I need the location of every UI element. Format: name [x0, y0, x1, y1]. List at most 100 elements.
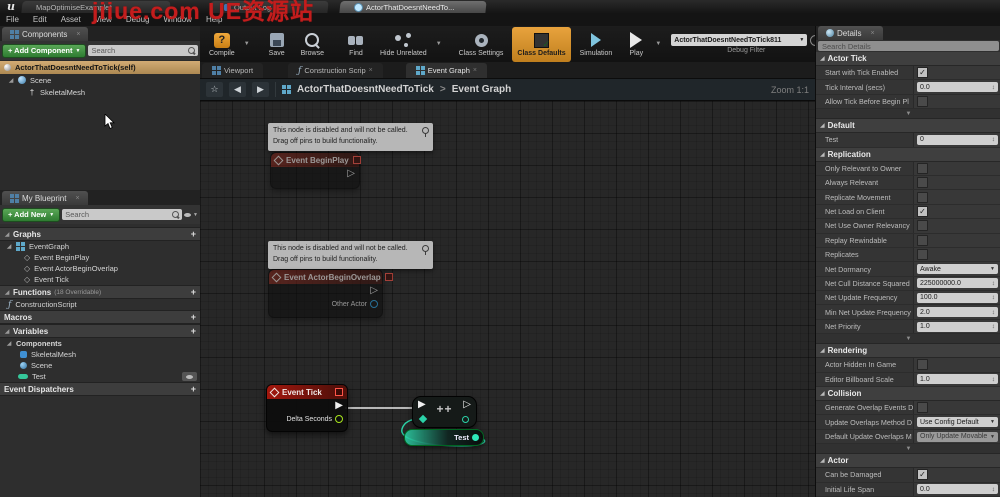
- checkbox[interactable]: [917, 249, 928, 260]
- number-input[interactable]: 0↕: [917, 135, 998, 145]
- int-out-pin[interactable]: [462, 416, 469, 423]
- details-section-header[interactable]: ◢Actor Tick: [816, 52, 1000, 66]
- nav-forward-button[interactable]: ▶: [252, 82, 269, 97]
- event-tick-row[interactable]: ◇ Event Tick: [0, 274, 200, 285]
- find-button[interactable]: Find: [341, 27, 371, 62]
- class-settings-button[interactable]: Class Settings: [454, 27, 509, 62]
- add-new-button[interactable]: + Add New ▼: [2, 208, 60, 222]
- tab-viewport[interactable]: Viewport: [202, 63, 263, 78]
- checkbox[interactable]: ✓: [917, 67, 928, 78]
- menu-asset[interactable]: Asset: [61, 15, 81, 24]
- number-input[interactable]: 1.0↕: [917, 374, 998, 384]
- macros-section-header[interactable]: Macros +: [0, 310, 200, 324]
- tab-my-blueprint[interactable]: My Blueprint ×: [2, 191, 88, 205]
- exec-out-pin[interactable]: ▷: [463, 400, 471, 410]
- save-button[interactable]: Save: [262, 27, 292, 62]
- close-icon[interactable]: ×: [369, 67, 373, 74]
- object-out-pin[interactable]: [370, 300, 378, 308]
- section-expander[interactable]: ▼: [816, 109, 1000, 119]
- exec-out-pin[interactable]: ▶: [335, 401, 343, 411]
- construction-script-row[interactable]: ƒ ConstructionScript: [0, 299, 200, 310]
- close-icon[interactable]: ×: [75, 195, 79, 202]
- details-section-header[interactable]: ◢Collision: [816, 387, 1000, 401]
- number-input[interactable]: 225000000.0↕: [917, 278, 998, 288]
- node-event-actorbeginoverlap[interactable]: Event ActorBeginOverlap ▷ Other Actor: [268, 269, 383, 318]
- exec-out-pin[interactable]: ▷: [370, 286, 378, 296]
- visibility-filter-button[interactable]: ▼: [184, 212, 198, 218]
- add-macro-icon[interactable]: +: [191, 312, 196, 322]
- dropdown[interactable]: Only Update Movable▼: [917, 432, 998, 442]
- bookmark-star-button[interactable]: ☆: [206, 82, 223, 97]
- component-row-self[interactable]: ActorThatDoesntNeedToTick(self): [0, 61, 200, 74]
- checkbox[interactable]: [917, 359, 928, 370]
- event-dispatchers-section-header[interactable]: Event Dispatchers +: [0, 382, 200, 396]
- breadcrumb-current[interactable]: Event Graph: [452, 84, 511, 95]
- menu-file[interactable]: File: [6, 15, 19, 24]
- checkbox[interactable]: [917, 163, 928, 174]
- int-in-pin[interactable]: [419, 415, 427, 423]
- component-row-scene[interactable]: ◢ Scene: [0, 74, 200, 86]
- node-get-test[interactable]: Test: [404, 429, 484, 446]
- number-input[interactable]: 1.0↕: [917, 322, 998, 332]
- play-options-chevron-icon[interactable]: ▼: [655, 41, 661, 47]
- checkbox[interactable]: [917, 220, 928, 231]
- exec-out-pin[interactable]: ▷: [347, 169, 355, 179]
- checkbox[interactable]: [917, 177, 928, 188]
- details-section-header[interactable]: ◢Replication: [816, 148, 1000, 162]
- section-expander[interactable]: ▼: [816, 334, 1000, 344]
- variables-section-header[interactable]: ◢ Variables +: [0, 324, 200, 338]
- expand-arrow-icon[interactable]: ◢: [8, 77, 14, 84]
- details-section-header[interactable]: ◢Default: [816, 119, 1000, 133]
- functions-section-header[interactable]: ◢ Functions (18 Overridable) +: [0, 285, 200, 299]
- close-icon[interactable]: ×: [870, 30, 874, 37]
- details-section-header[interactable]: ◢Rendering: [816, 344, 1000, 358]
- int-out-pin[interactable]: [472, 434, 479, 441]
- breadcrumb-root[interactable]: ActorThatDoesntNeedToTick: [297, 84, 434, 95]
- class-defaults-button[interactable]: Class Defaults: [512, 27, 570, 62]
- event-actorbeginoverlap-row[interactable]: ◇ Event ActorBeginOverlap: [0, 263, 200, 274]
- window-tab-blueprint[interactable]: ActorThatDoesntNeedTo...: [339, 1, 486, 13]
- add-dispatcher-icon[interactable]: +: [191, 384, 196, 394]
- details-section-header[interactable]: ◢Actor: [816, 454, 1000, 468]
- menu-edit[interactable]: Edit: [33, 15, 47, 24]
- graphs-section-header[interactable]: ◢ Graphs +: [0, 227, 200, 241]
- node-increment-int[interactable]: ▶ ++ ▷: [412, 396, 477, 428]
- component-row-skeletalmesh[interactable]: † SkeletalMesh: [0, 86, 200, 98]
- checkbox[interactable]: [917, 96, 928, 107]
- variable-scene-row[interactable]: Scene: [0, 360, 200, 371]
- my-blueprint-search-input[interactable]: Search: [62, 209, 182, 220]
- checkbox[interactable]: ✓: [917, 469, 928, 480]
- variable-skeletalmesh-row[interactable]: SkeletalMesh: [0, 349, 200, 360]
- section-expander[interactable]: ▼: [816, 444, 1000, 454]
- hide-unrelated-chevron-icon[interactable]: ▼: [436, 41, 442, 47]
- close-icon[interactable]: ×: [473, 67, 477, 74]
- browse-button[interactable]: Browse: [296, 27, 329, 62]
- nav-back-button[interactable]: ◀: [229, 82, 246, 97]
- node-event-tick[interactable]: Event Tick ▶ Delta Seconds: [266, 384, 348, 432]
- variable-test-row[interactable]: Test: [0, 371, 200, 382]
- details-search-input[interactable]: Search Details: [818, 41, 999, 51]
- float-out-pin[interactable]: [335, 415, 343, 423]
- hide-unrelated-button[interactable]: Hide Unrelated: [375, 27, 432, 62]
- debug-object-dropdown[interactable]: ActorThatDoesntNeedToTick811 ▼: [671, 34, 807, 46]
- dropdown[interactable]: Use Config Default▼: [917, 417, 998, 427]
- node-event-beginplay[interactable]: Event BeginPlay ▷: [270, 152, 360, 189]
- number-input[interactable]: 2.0↕: [917, 307, 998, 317]
- compile-options-chevron-icon[interactable]: ▼: [244, 41, 250, 47]
- add-variable-icon[interactable]: +: [191, 326, 196, 336]
- tab-details[interactable]: Details ×: [818, 26, 883, 40]
- checkbox[interactable]: ✓: [917, 206, 928, 217]
- checkbox[interactable]: [917, 192, 928, 203]
- checkbox[interactable]: [917, 402, 928, 413]
- add-function-icon[interactable]: +: [191, 287, 196, 297]
- eventgraph-row[interactable]: ◢ EventGraph: [0, 241, 200, 252]
- number-input[interactable]: 0.0↕: [917, 484, 998, 494]
- variables-components-group[interactable]: ◢ Components: [0, 338, 200, 349]
- close-icon[interactable]: ×: [76, 31, 80, 38]
- components-search-input[interactable]: Search: [88, 45, 198, 56]
- number-input[interactable]: 0.0↕: [917, 82, 998, 92]
- compile-button[interactable]: ? Compile: [204, 27, 240, 62]
- add-component-button[interactable]: + Add Component ▼: [2, 44, 86, 58]
- checkbox[interactable]: [917, 235, 928, 246]
- add-graph-icon[interactable]: +: [191, 229, 196, 239]
